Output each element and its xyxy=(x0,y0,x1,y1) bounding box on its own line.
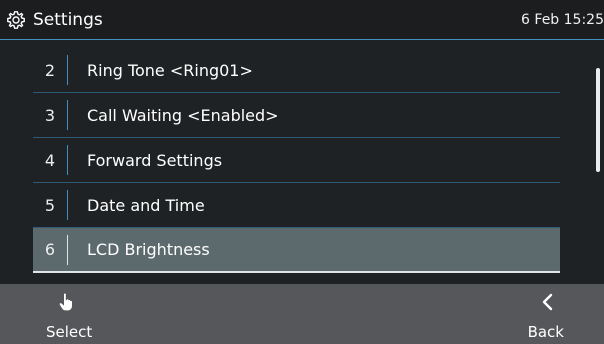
scrollbar[interactable] xyxy=(596,68,600,172)
select-button[interactable]: Select xyxy=(0,284,120,344)
menu-item-number: 5 xyxy=(44,195,56,215)
divider xyxy=(67,55,68,85)
menu-item-ring-tone[interactable]: 2 Ring Tone <Ring01> xyxy=(33,48,560,93)
back-label: Back xyxy=(527,323,564,341)
page-title: Settings xyxy=(33,10,103,30)
softkey-bar: Select Back xyxy=(0,284,604,344)
menu-item-call-waiting[interactable]: 3 Call Waiting <Enabled> xyxy=(33,93,560,138)
divider xyxy=(67,235,68,265)
menu-item-number: 4 xyxy=(44,150,56,170)
select-label: Select xyxy=(46,323,93,341)
divider xyxy=(67,190,68,220)
menu-item-lcd-brightness[interactable]: 6 LCD Brightness xyxy=(33,228,560,273)
title-bar: Settings 6 Feb 15:25 xyxy=(0,0,604,40)
menu-item-label: Forward Settings xyxy=(87,150,223,170)
hand-pointer-icon xyxy=(59,293,72,311)
menu-item-number: 2 xyxy=(44,60,56,80)
menu-item-forward-settings[interactable]: 4 Forward Settings xyxy=(33,138,560,183)
date-time: 6 Feb 15:25 xyxy=(521,12,604,28)
menu-item-label: LCD Brightness xyxy=(87,240,210,259)
menu-item-number: 6 xyxy=(44,240,56,259)
divider xyxy=(67,145,68,175)
menu-item-label: Call Waiting <Enabled> xyxy=(87,105,279,125)
menu-item-label: Date and Time xyxy=(87,195,205,215)
chevron-left-icon xyxy=(542,293,553,311)
divider xyxy=(67,100,68,130)
menu-item-label: Ring Tone <Ring01> xyxy=(87,60,253,80)
gear-icon xyxy=(7,11,25,29)
settings-menu: 2 Ring Tone <Ring01> 3 Call Waiting <Ena… xyxy=(33,48,560,273)
back-button[interactable]: Back xyxy=(484,284,604,344)
menu-item-number: 3 xyxy=(44,105,56,125)
menu-item-date-and-time[interactable]: 5 Date and Time xyxy=(33,183,560,228)
